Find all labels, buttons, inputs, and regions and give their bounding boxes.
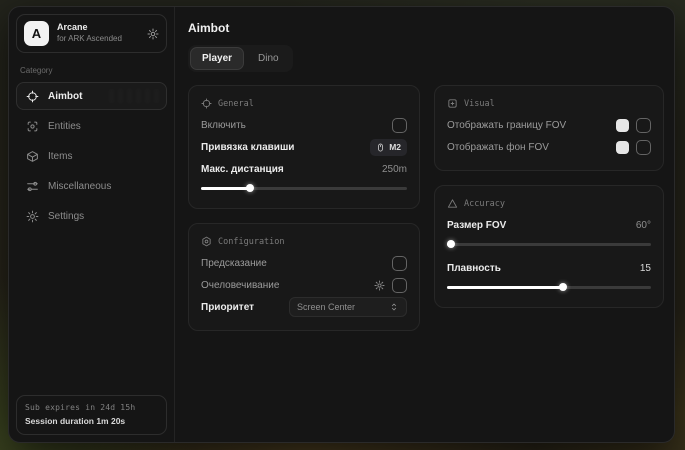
keybind-row: Привязка клавиши M2 <box>201 136 407 158</box>
sub-expires-text: Sub expires in 24d 15h <box>25 403 158 412</box>
fov-border-row: Отображать границу FOV <box>447 114 651 136</box>
crosshair-icon <box>201 98 212 109</box>
page-title: Aimbot <box>188 21 664 35</box>
priority-selected-value: Screen Center <box>297 302 355 312</box>
max-distance-value: 250m <box>382 164 407 175</box>
cards-grid: General Включить Привязка клавиши M2 <box>188 85 664 331</box>
nut-icon <box>201 236 212 247</box>
chevrons-up-down-icon <box>389 302 399 312</box>
session-duration-text: Session duration 1m 20s <box>25 416 158 426</box>
keybind-value: M2 <box>389 142 401 152</box>
sidebar-item-entities[interactable]: Entities <box>16 112 167 140</box>
humanization-checkbox[interactable] <box>392 278 407 293</box>
viewfinder-plus-icon <box>447 98 458 109</box>
humanization-label: Очеловечивание <box>201 280 367 291</box>
fov-size-value: 60° <box>636 220 651 231</box>
priority-label: Приоритет <box>201 302 282 313</box>
sidebar-item-label: Entities <box>48 121 81 132</box>
card-title: General <box>218 99 254 109</box>
sidebar-item-label: Aimbot <box>48 91 82 102</box>
sidebar-item-label: Settings <box>48 211 84 222</box>
sidebar-item-label: Items <box>48 151 72 162</box>
priority-row: Приоритет Screen Center <box>201 296 407 318</box>
sidebar-item-settings[interactable]: Settings <box>16 202 167 230</box>
configuration-card: Configuration Предсказание Очеловечивани… <box>188 223 420 331</box>
tab-dino[interactable]: Dino <box>246 47 291 70</box>
sidebar: A Arcane for ARK Ascended Category Aimbo… <box>9 7 175 442</box>
accuracy-card: Accuracy Размер FOV 60° <box>434 185 664 308</box>
fov-background-row: Отображать фон FOV <box>447 136 651 158</box>
smoothness-value: 15 <box>640 263 651 274</box>
sidebar-item-items[interactable]: Items <box>16 142 167 170</box>
app-profile-card: A Arcane for ARK Ascended <box>16 14 167 53</box>
fov-size-slider[interactable] <box>447 238 651 250</box>
smoothness-slider[interactable] <box>447 281 651 293</box>
max-distance-slider[interactable] <box>201 182 407 194</box>
humanization-row: Очеловечивание <box>201 274 407 296</box>
fov-size-row: Размер FOV 60° <box>447 214 651 236</box>
fov-border-checkbox[interactable] <box>636 118 651 133</box>
general-card: General Включить Привязка клавиши M2 <box>188 85 420 209</box>
enable-row: Включить <box>201 114 407 136</box>
max-distance-row: Макс. дистанция 250m <box>201 158 407 180</box>
subscription-footer: Sub expires in 24d 15h Session duration … <box>16 395 167 435</box>
visual-card: Visual Отображать границу FOV Отображать… <box>434 85 664 171</box>
profile-gear-icon[interactable] <box>147 28 159 40</box>
max-distance-label: Макс. дистанция <box>201 164 375 175</box>
app-subtitle: for ARK Ascended <box>57 34 139 44</box>
prediction-label: Предсказание <box>201 258 385 269</box>
category-label: Category <box>20 66 163 75</box>
card-title: Accuracy <box>464 199 505 209</box>
sidebar-item-aimbot[interactable]: Aimbot <box>16 82 167 110</box>
smoothness-label: Плавность <box>447 263 633 274</box>
prediction-checkbox[interactable] <box>392 256 407 271</box>
enable-label: Включить <box>201 120 385 131</box>
app-name: Arcane <box>57 22 139 34</box>
enable-checkbox[interactable] <box>392 118 407 133</box>
prediction-row: Предсказание <box>201 252 407 274</box>
fov-background-color-swatch[interactable] <box>616 141 629 154</box>
triangle-icon <box>447 198 458 209</box>
slider-thumb[interactable] <box>559 283 567 291</box>
keybind-button[interactable]: M2 <box>370 139 407 156</box>
card-title: Configuration <box>218 237 285 247</box>
content-area: Aimbot Player Dino General Включить <box>175 7 675 442</box>
watermark-decoration <box>109 89 159 103</box>
package-icon <box>26 150 39 163</box>
slider-thumb[interactable] <box>447 240 455 248</box>
priority-select[interactable]: Screen Center <box>289 297 407 317</box>
main-window: A Arcane for ARK Ascended Category Aimbo… <box>8 6 675 443</box>
card-title: Visual <box>464 99 495 109</box>
gear-icon <box>26 210 39 223</box>
slider-thumb[interactable] <box>246 184 254 192</box>
tab-player[interactable]: Player <box>190 47 244 70</box>
sliders-icon <box>26 180 39 193</box>
fov-border-color-swatch[interactable] <box>616 119 629 132</box>
mouse-icon <box>376 142 385 153</box>
crosshair-icon <box>26 90 39 103</box>
sidebar-item-miscellaneous[interactable]: Miscellaneous <box>16 172 167 200</box>
fov-border-label: Отображать границу FOV <box>447 120 609 131</box>
app-logo: A <box>24 21 49 46</box>
fov-size-label: Размер FOV <box>447 220 629 231</box>
sidebar-item-label: Miscellaneous <box>48 181 111 192</box>
tab-bar: Player Dino <box>188 45 293 72</box>
fov-background-checkbox[interactable] <box>636 140 651 155</box>
smoothness-row: Плавность 15 <box>447 257 651 279</box>
sidebar-nav: Aimbot Entities Items Miscellaneous <box>16 82 167 230</box>
gear-icon[interactable] <box>374 280 385 291</box>
fov-background-label: Отображать фон FOV <box>447 142 609 153</box>
scan-icon <box>26 120 39 133</box>
keybind-label: Привязка клавиши <box>201 142 363 153</box>
